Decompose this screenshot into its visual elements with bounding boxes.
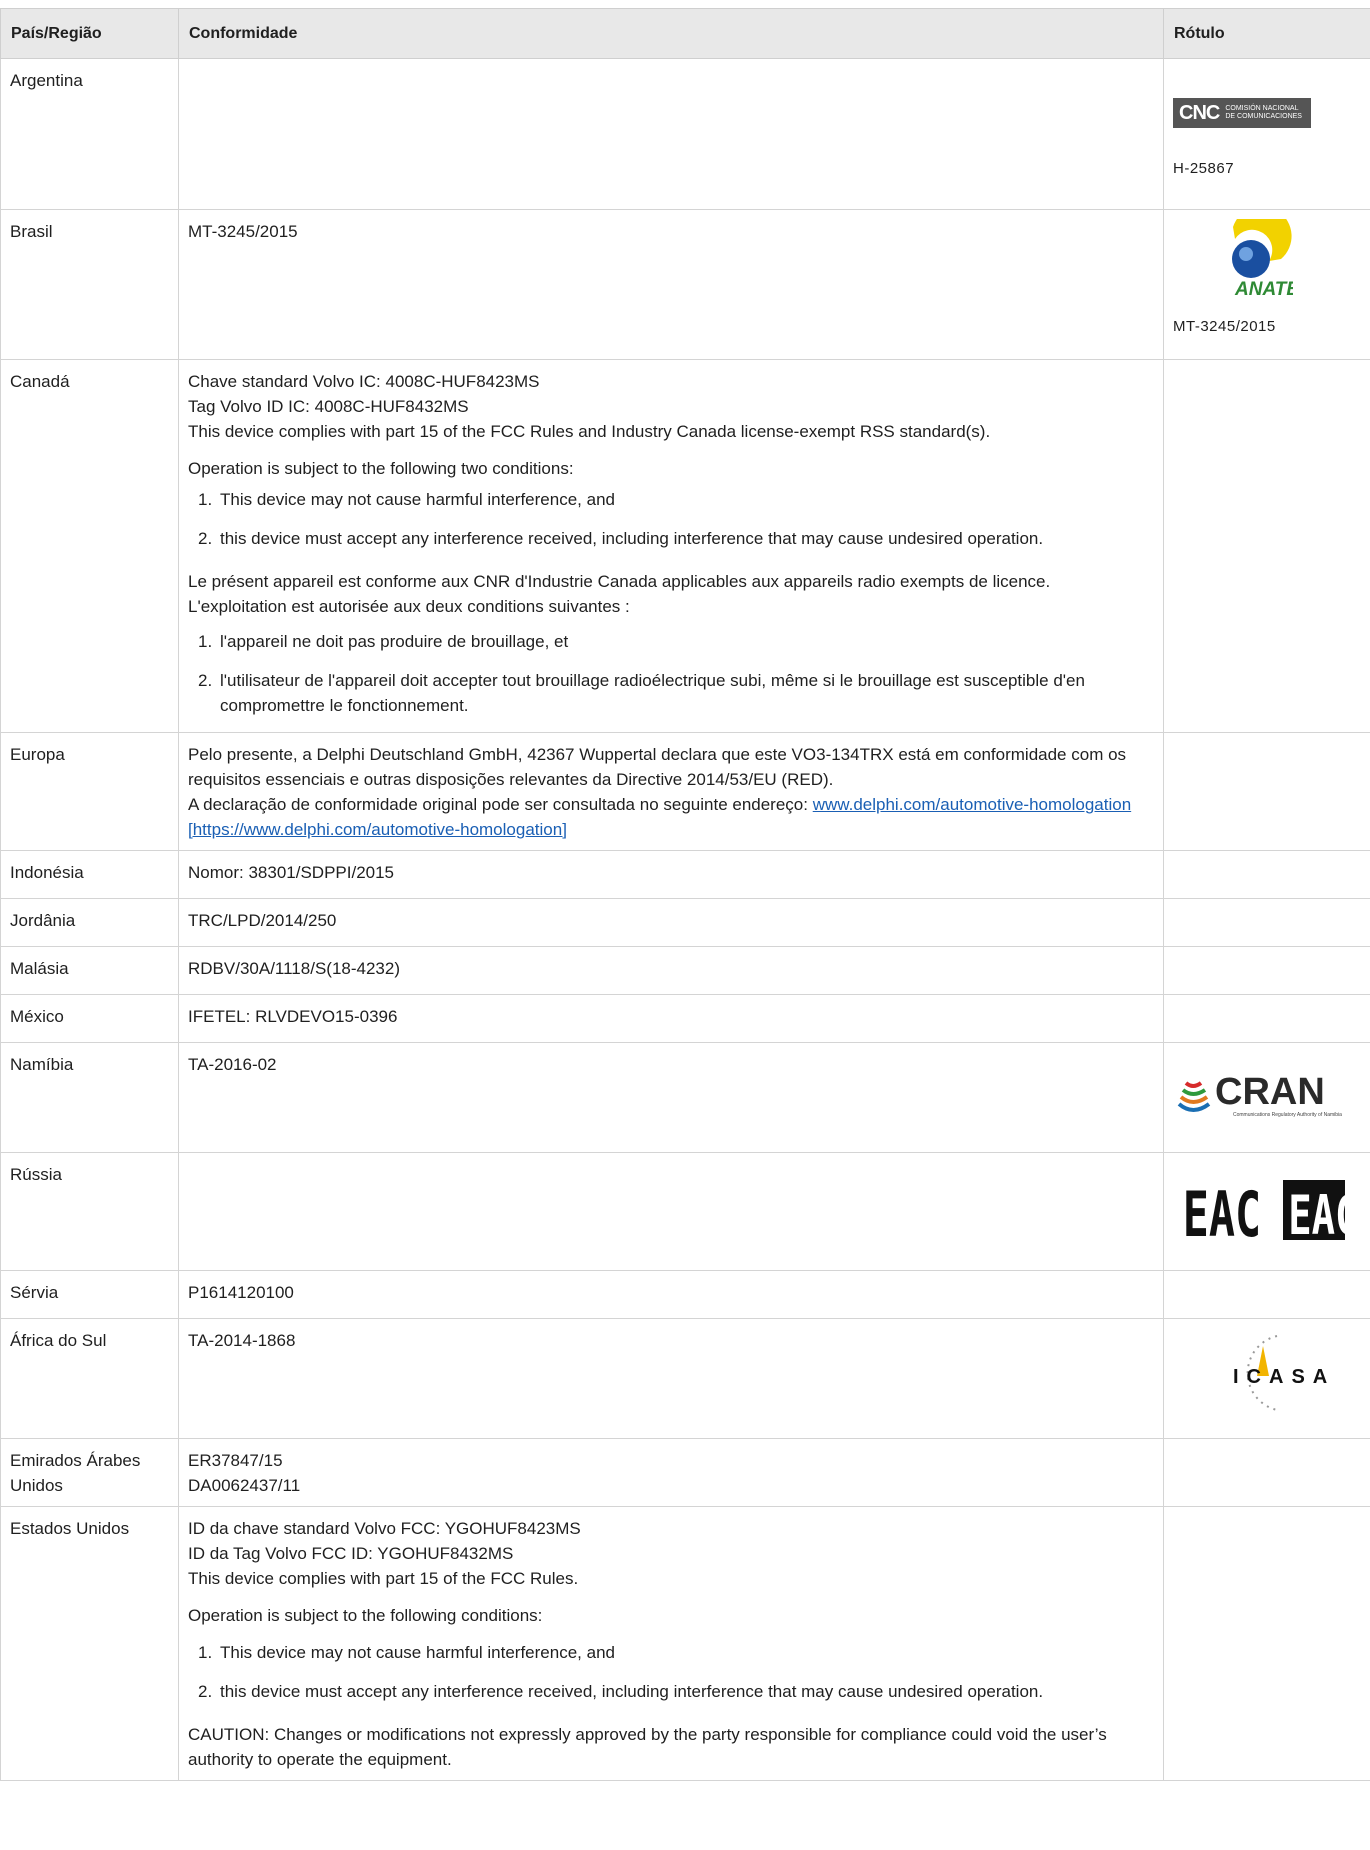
- numbered-item: 1. This device may not cause harmful inte…: [198, 490, 615, 509]
- country-cell: Sérvia: [0, 1270, 179, 1319]
- text-line: Operation is subject to the following co…: [188, 1606, 543, 1625]
- numbered-item: 2. this device must accept any interferen…: [198, 1682, 1044, 1701]
- label-cell: [1163, 359, 1370, 733]
- eac-logo: EAC EAC: [1183, 1178, 1359, 1251]
- label-cell: [1163, 1438, 1370, 1507]
- text-line: Operation is subject to the following tw…: [188, 459, 574, 478]
- anatel-logo: ANATEL: [1232, 206, 1311, 300]
- numbered-item: 1. This device may not cause harmful inte…: [198, 1643, 615, 1662]
- compliance-cell: TRC/LPD/2014/250: [178, 898, 1164, 947]
- label-cell: CNC COMISIÓN NACIONAL DE COMUNICACIONES H…: [1163, 58, 1370, 210]
- cnc-logo: CNC COMISIÓN NACIONAL DE COMUNICACIONES: [1173, 98, 1311, 128]
- numbered-item: 1. l'appareil ne doit pas produire de bro…: [198, 632, 569, 651]
- text-line: Le présent appareil est conforme aux CNR…: [188, 572, 1051, 591]
- label-cell: [1163, 732, 1370, 851]
- compliance-table: País/Região Conformidade Rótulo Argentin…: [0, 8, 1370, 1781]
- country-cell: Namíbia: [0, 1042, 179, 1153]
- eac-logo-text-inverse: EAC: [1288, 1185, 1353, 1244]
- compliance-cell: Chave standard Volvo IC: 4008C-HUF8423MS…: [178, 359, 1164, 733]
- table-row: Malásia RDBV/30A/1118/S(18-4232): [0, 946, 1370, 995]
- text-line: ID da Tag Volvo FCC ID: YGOHUF8432MS: [188, 1544, 514, 1563]
- text-line: ID da chave standard Volvo FCC: YGOHUF84…: [188, 1519, 581, 1538]
- table-row: Namíbia TA-2016-02 CRAN Communications R…: [0, 1042, 1370, 1153]
- table-row: Estados Unidos ID da chave standard Volv…: [0, 1506, 1370, 1781]
- compliance-cell: MT-3245/2015: [178, 209, 1164, 360]
- eac-logo-text: EAC: [1183, 1178, 1261, 1244]
- numbered-item: 2. this device must accept any interferen…: [198, 529, 1044, 548]
- compliance-cell: RDBV/30A/1118/S(18-4232): [178, 946, 1164, 995]
- icasa-logo-text: ICASA: [1233, 1366, 1335, 1388]
- compliance-cell: ER37847/15 DA0062437/11: [178, 1438, 1164, 1507]
- label-cell: [1163, 1506, 1370, 1781]
- text-line: This device complies with part 15 of the…: [188, 422, 991, 441]
- country-cell: Rússia: [0, 1152, 179, 1271]
- text-line: DA0062437/11: [188, 1476, 301, 1495]
- text-line: A declaração de conformidade original po…: [188, 795, 1132, 839]
- country-cell: Jordânia: [0, 898, 179, 947]
- cnc-logo-brand: CNC: [1179, 101, 1220, 124]
- header-country: País/Região: [0, 8, 179, 59]
- table-row: Sérvia P1614120100: [0, 1270, 1370, 1319]
- table-row: Emirados Árabes Unidos ER37847/15 DA0062…: [0, 1438, 1370, 1507]
- cran-logo-text: CRAN: [1215, 1071, 1325, 1113]
- cnc-logo-subtitle: COMISIÓN NACIONAL DE COMUNICACIONES: [1225, 105, 1302, 120]
- table-row: África do Sul TA-2014-1868 ICASA: [0, 1318, 1370, 1439]
- text-line: ER37847/15: [188, 1451, 283, 1470]
- text-line: L'exploitation est autorisée aux deux co…: [188, 597, 630, 616]
- country-cell: Malásia: [0, 946, 179, 995]
- label-cell: [1163, 850, 1370, 899]
- table-row: Argentina CNC COMISIÓN NACIONAL DE COMUNI…: [0, 58, 1370, 210]
- country-cell: Argentina: [0, 58, 179, 210]
- country-cell: México: [0, 994, 179, 1043]
- country-cell: Europa: [0, 732, 179, 851]
- country-cell: Indonésia: [0, 850, 179, 899]
- table-row: Brasil MT-3245/2015 ANATEL MT-3245/2015: [0, 206, 1370, 360]
- numbered-item: 2. l'utilisateur de l'appareil doit accep…: [198, 671, 1085, 715]
- label-cell: EAC EAC: [1163, 1152, 1370, 1271]
- cran-logo: CRAN Communications Regulatory Authority…: [1177, 1071, 1342, 1118]
- compliance-cell: Pelo presente, a Delphi Deutschland GmbH…: [178, 732, 1164, 851]
- table-row: Canadá Chave standard Volvo IC: 4008C-HU…: [0, 359, 1370, 733]
- table-row: México IFETEL: RLVDEVO15-0396: [0, 994, 1370, 1043]
- compliance-cell: TA-2016-02: [178, 1042, 1164, 1153]
- anatel-logo-text: ANATEL: [1234, 279, 1293, 300]
- table-row: Rússia EAC EAC: [0, 1152, 1370, 1271]
- label-cell: [1163, 946, 1370, 995]
- icasa-logo: ICASA: [1233, 1335, 1335, 1411]
- compliance-cell: TA-2014-1868: [178, 1318, 1164, 1439]
- svg-text:Communications Regulatory Auth: Communications Regulatory Authority of N…: [1233, 1112, 1342, 1118]
- label-cell: [1163, 994, 1370, 1043]
- label-cell: ANATEL MT-3245/2015: [1163, 206, 1370, 360]
- header-compliance: Conformidade: [178, 8, 1164, 59]
- text-line: Pelo presente, a Delphi Deutschland GmbH…: [188, 745, 1127, 789]
- compliance-cell: Nomor: 38301/SDPPI/2015: [178, 850, 1164, 899]
- label-cell: CRAN Communications Regulatory Authority…: [1163, 1042, 1370, 1153]
- compliance-cell: ID da chave standard Volvo FCC: YGOHUF84…: [178, 1506, 1164, 1781]
- compliance-cell: [178, 58, 1164, 210]
- label-cell: ICASA: [1163, 1318, 1370, 1439]
- table-row: Jordânia TRC/LPD/2014/250: [0, 898, 1370, 947]
- label-code: MT-3245/2015: [1173, 318, 1276, 335]
- text-line: This device complies with part 15 of the…: [188, 1569, 579, 1588]
- country-cell: Canadá: [0, 359, 179, 733]
- label-cell: [1163, 898, 1370, 947]
- text-line: Tag Volvo ID IC: 4008C-HUF8432MS: [188, 397, 469, 416]
- country-cell: África do Sul: [0, 1318, 179, 1439]
- text-line: Chave standard Volvo IC: 4008C-HUF8423MS: [188, 372, 540, 391]
- table-row: Europa Pelo presente, a Delphi Deutschla…: [0, 732, 1370, 851]
- compliance-cell: [178, 1152, 1164, 1271]
- header-label: Rótulo: [1163, 8, 1370, 59]
- label-code: H-25867: [1173, 160, 1235, 177]
- country-cell: Estados Unidos: [0, 1506, 179, 1781]
- table-row: Indonésia Nomor: 38301/SDPPI/2015: [0, 850, 1370, 899]
- country-cell: Brasil: [0, 209, 179, 360]
- compliance-cell: IFETEL: RLVDEVO15-0396: [178, 994, 1164, 1043]
- label-cell: [1163, 1270, 1370, 1319]
- text-line: CAUTION: Changes or modifications not ex…: [188, 1725, 1107, 1769]
- header-row: País/Região Conformidade Rótulo: [0, 8, 1370, 59]
- country-cell: Emirados Árabes Unidos: [0, 1438, 179, 1507]
- compliance-cell: P1614120100: [178, 1270, 1164, 1319]
